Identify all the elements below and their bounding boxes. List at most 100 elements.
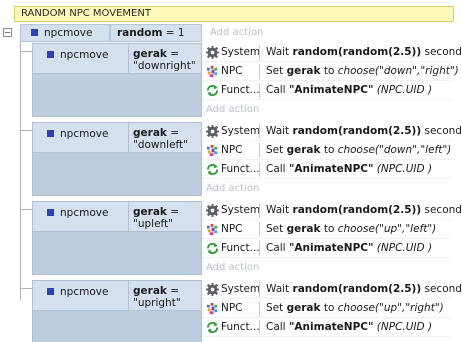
divider [128, 202, 129, 232]
action-text[interactable]: Call "AnimateNPC" (NPC.UID ) [266, 242, 432, 255]
action-row[interactable]: NPC Set gerak to choose("up","right") [202, 299, 452, 318]
action-text[interactable]: Set gerak to choose("up","right") [266, 302, 444, 315]
tree-branch [20, 288, 32, 289]
npc-sprite-icon [206, 144, 219, 157]
divider [259, 83, 260, 98]
condition-object-name: npcmove [60, 286, 109, 298]
condition-op: = 1 [162, 27, 185, 39]
condition-compare[interactable]: gerak = "downright" [133, 48, 199, 72]
action-text[interactable]: Wait random(random(2.5)) seconds [266, 204, 462, 217]
condition-compare[interactable]: gerak = "downleft" [133, 127, 199, 151]
tree-branch [20, 130, 32, 131]
action-row[interactable]: System Wait random(random(2.5)) seconds [202, 43, 462, 62]
sub-event[interactable]: npcmove gerak = "downright" System Wait r… [32, 43, 462, 118]
condition-object[interactable]: npcmove [20, 24, 110, 42]
divider [259, 282, 260, 297]
condition-var: random [117, 27, 163, 39]
action-list[interactable]: System Wait random(random(2.5)) seconds NP… [202, 122, 462, 197]
action-row[interactable]: Funct... Call "AnimateNPC" (NPC.UID ) [202, 81, 452, 100]
action-param-bold: "AnimateNPC" [288, 163, 374, 175]
action-param-italic: choose("down","left") [337, 144, 452, 156]
divider [259, 203, 260, 218]
action-param-bold: random(random(2.5)) [292, 46, 422, 58]
sub-event[interactable]: npcmove gerak = "upleft" System Wait rand… [32, 201, 462, 276]
action-param-italic: (NPC.UID ) [376, 321, 433, 333]
sub-event[interactable]: npcmove gerak = "downleft" System Wait ra… [32, 122, 462, 197]
action-param-italic: (NPC.UID ) [376, 163, 433, 175]
function-icon [206, 163, 219, 176]
action-row[interactable]: NPC Set gerak to choose("down","right") [202, 62, 459, 81]
action-row[interactable]: Funct... Call "AnimateNPC" (NPC.UID ) [202, 239, 452, 258]
action-object-name: Funct... [221, 84, 260, 96]
action-list[interactable]: System Wait random(random(2.5)) seconds NP… [202, 280, 462, 342]
action-row[interactable]: System Wait random(random(2.5)) seconds [202, 201, 462, 220]
action-list[interactable]: System Wait random(random(2.5)) seconds NP… [202, 201, 462, 276]
condition-compare[interactable]: gerak = "upleft" [133, 206, 199, 230]
npc-sprite-icon [206, 65, 219, 78]
action-text[interactable]: Call "AnimateNPC" (NPC.UID ) [266, 84, 432, 97]
add-action-link[interactable]: Add action [206, 181, 259, 197]
action-text[interactable]: Wait random(random(2.5)) seconds [266, 46, 462, 59]
condition-compare[interactable]: gerak = "upright" [133, 285, 199, 309]
divider [259, 124, 260, 139]
sub-event-conditions[interactable]: npcmove gerak = "downright" [32, 43, 202, 117]
condition-value: "downright" [133, 60, 196, 72]
function-icon [206, 242, 219, 255]
action-param-bold: gerak [286, 144, 321, 156]
condition-row[interactable]: npcmove gerak = "upleft" [33, 202, 201, 232]
add-action-link[interactable]: Add action [206, 260, 259, 276]
sub-event-conditions[interactable]: npcmove gerak = "upleft" [32, 201, 202, 275]
condition-row[interactable]: npcmove gerak = "downleft" [33, 123, 201, 153]
action-text[interactable]: Call "AnimateNPC" (NPC.UID ) [266, 163, 432, 176]
action-row[interactable]: System Wait random(random(2.5)) seconds [202, 280, 462, 299]
action-row[interactable]: Funct... Call "AnimateNPC" (NPC.UID ) [202, 318, 452, 337]
condition-compare[interactable]: random = 1 [110, 24, 202, 42]
action-object-name: Funct... [221, 163, 260, 175]
action-object-name: NPC [221, 223, 243, 235]
action-param-italic: choose("up","left") [337, 223, 437, 235]
top-event[interactable]: npcmove random = 1 Add action [20, 24, 452, 42]
action-object-name: NPC [221, 144, 243, 156]
object-bullet-icon [31, 29, 38, 36]
condition-value: "upright" [133, 297, 181, 309]
action-param-bold: random(random(2.5)) [292, 204, 422, 216]
condition-op: = [166, 285, 180, 297]
sub-event-conditions[interactable]: npcmove gerak = "downleft" [32, 122, 202, 196]
tree-branch [20, 209, 32, 210]
action-row[interactable]: NPC Set gerak to choose("down","left") [202, 141, 452, 160]
tree-branch [20, 51, 32, 52]
action-text[interactable]: Wait random(random(2.5)) seconds [266, 125, 462, 138]
condition-value: "downleft" [133, 139, 188, 151]
condition-op: = [166, 206, 180, 218]
add-action-link[interactable]: Add action [210, 25, 263, 41]
action-object-name: Funct... [221, 242, 260, 254]
action-object-name: System [221, 283, 261, 295]
condition-row[interactable]: npcmove gerak = "upright" [33, 281, 201, 311]
condition-value: "upleft" [133, 218, 173, 230]
add-action-link[interactable]: Add action [206, 102, 259, 118]
action-list[interactable]: System Wait random(random(2.5)) seconds NP… [202, 43, 462, 118]
action-text[interactable]: Call "AnimateNPC" (NPC.UID ) [266, 321, 432, 334]
action-param-bold: gerak [286, 223, 321, 235]
action-row[interactable]: System Wait random(random(2.5)) seconds [202, 122, 462, 141]
action-text[interactable]: Set gerak to choose("down","left") [266, 144, 451, 157]
action-row[interactable]: NPC Set gerak to choose("up","left") [202, 220, 452, 239]
action-row[interactable]: Funct... Call "AnimateNPC" (NPC.UID ) [202, 160, 452, 179]
event-group-header[interactable]: RANDOM NPC MOVEMENT [14, 6, 454, 22]
action-text[interactable]: Set gerak to choose("up","left") [266, 223, 436, 236]
action-param-bold: random(random(2.5)) [292, 125, 422, 137]
collapse-toggle[interactable]: − [3, 28, 12, 37]
sub-event-conditions[interactable]: npcmove gerak = "upright" [32, 280, 202, 342]
sub-event[interactable]: npcmove gerak = "upright" System Wait ran… [32, 280, 462, 342]
group-title: RANDOM NPC MOVEMENT [21, 8, 151, 19]
action-object-name: System [221, 204, 261, 216]
action-text[interactable]: Wait random(random(2.5)) seconds [266, 283, 462, 296]
condition-op: = [166, 127, 180, 139]
tree-line [20, 42, 21, 300]
action-text[interactable]: Set gerak to choose("down","right") [266, 65, 459, 78]
condition-var: gerak [133, 48, 167, 60]
divider [128, 44, 129, 74]
action-object-name: System [221, 125, 261, 137]
divider [259, 301, 260, 316]
condition-row[interactable]: npcmove gerak = "downright" [33, 44, 201, 74]
